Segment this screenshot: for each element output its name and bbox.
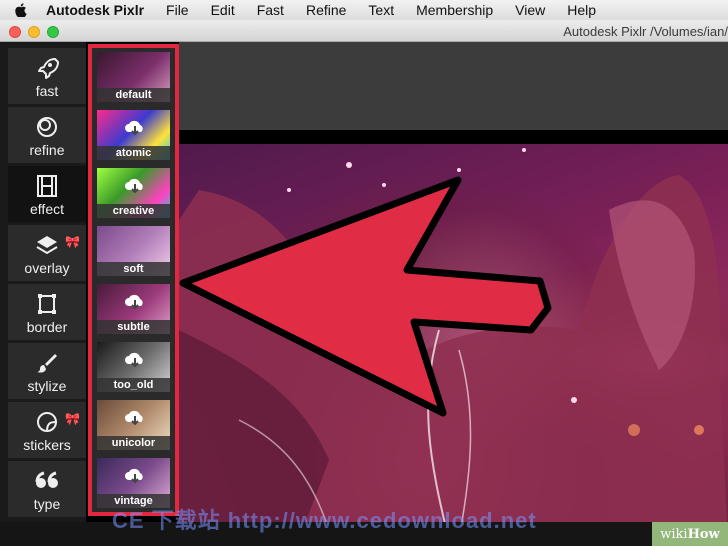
wikihow-badge: wiki How <box>652 522 728 546</box>
effect-label: creative <box>97 204 170 218</box>
effect-default[interactable]: default <box>97 52 170 102</box>
download-cloud-icon <box>124 466 146 486</box>
effect-creative[interactable]: creative <box>97 168 170 218</box>
effect-too-old[interactable]: too_old <box>97 342 170 392</box>
download-cloud-icon <box>124 350 146 370</box>
effect-label: soft <box>97 262 170 276</box>
download-cloud-icon <box>124 118 146 138</box>
effect-label: default <box>97 88 170 102</box>
effect-label: subtle <box>97 320 170 334</box>
effect-subtle[interactable]: subtle <box>97 284 170 334</box>
wikihow-wiki-text: wiki <box>660 526 688 542</box>
download-cloud-icon <box>124 292 146 312</box>
effects-panel: default atomic creative soft subtle too_… <box>88 44 179 516</box>
download-cloud-icon <box>124 176 146 196</box>
wikihow-how-text: How <box>687 526 720 542</box>
effect-soft[interactable]: soft <box>97 226 170 276</box>
effect-label: unicolor <box>97 436 170 450</box>
effect-label: too_old <box>97 378 170 392</box>
effect-atomic[interactable]: atomic <box>97 110 170 160</box>
download-cloud-icon <box>124 408 146 428</box>
effect-label: atomic <box>97 146 170 160</box>
site-watermark: CE 下载站 http://www.cedownload.net <box>112 508 537 533</box>
effect-unicolor[interactable]: unicolor <box>97 400 170 450</box>
effect-vintage[interactable]: vintage <box>97 458 170 508</box>
